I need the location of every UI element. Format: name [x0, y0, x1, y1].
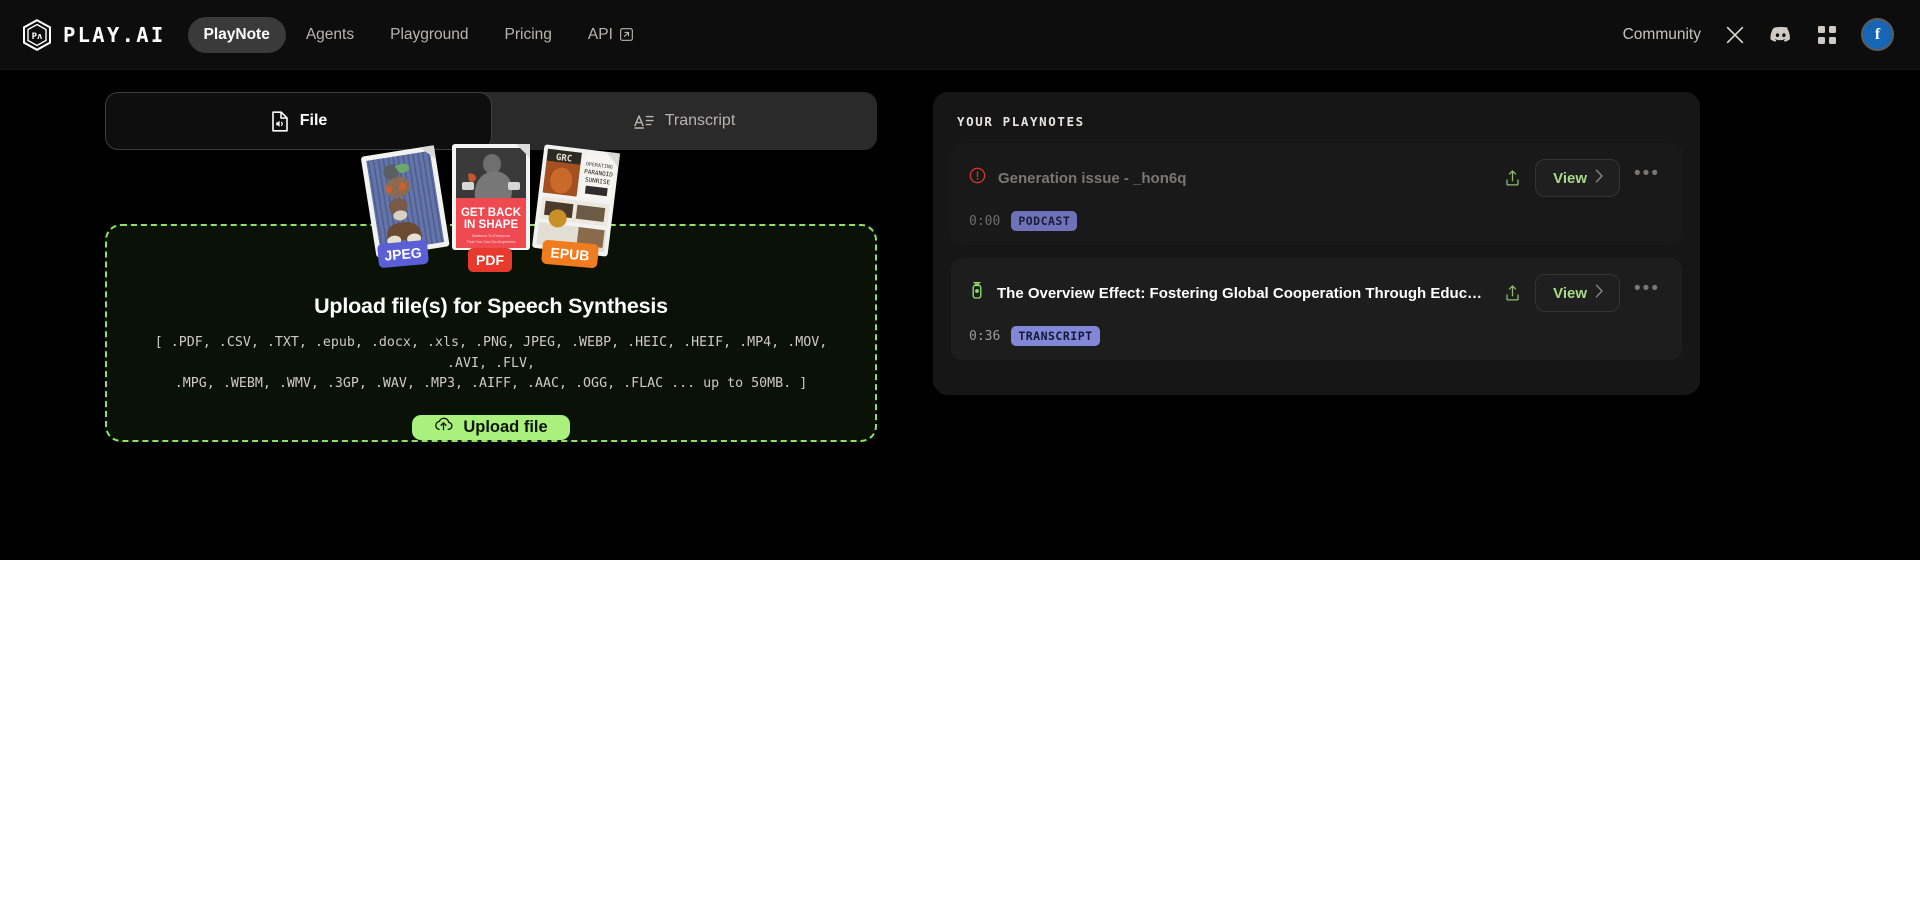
- playnote-duration: 0:36: [969, 328, 1001, 344]
- podcast-mic-icon: [969, 281, 985, 305]
- grid-dot: [1829, 25, 1836, 33]
- playnotes-panel: YOUR PLAYNOTES Generation issue - _hon6q: [933, 92, 1700, 395]
- playnote-row-top: Generation issue - _hon6q View •••: [969, 159, 1664, 197]
- header-right-group: Community f: [1623, 18, 1894, 51]
- share-upload-icon[interactable]: [1499, 280, 1525, 306]
- main-nav: PlayNote Agents Playground Pricing API: [187, 16, 649, 53]
- upload-column: File Transcript GET BACK IN SHAPE Workou…: [105, 92, 877, 442]
- playnote-row-top: The Overview Effect: Fostering Global Co…: [969, 274, 1664, 312]
- nav-item-label: Playground: [390, 25, 469, 43]
- nav-item-label: Agents: [305, 25, 355, 43]
- source-type-tabs: File Transcript: [105, 92, 877, 150]
- chevron-right-icon: [1595, 284, 1604, 302]
- play-ai-cube-logo: Pʌ: [22, 18, 52, 51]
- page-body: File Transcript GET BACK IN SHAPE Workou…: [0, 70, 1920, 442]
- nav-item-label: API: [587, 25, 613, 43]
- playnotes-column: YOUR PLAYNOTES Generation issue - _hon6q: [933, 92, 1872, 424]
- community-link[interactable]: Community: [1623, 26, 1701, 44]
- upload-file-button-label: Upload file: [463, 417, 548, 436]
- cloud-upload-icon: [434, 417, 453, 437]
- tab-file[interactable]: File: [105, 92, 492, 150]
- svg-text:OPERATING: OPERATING: [586, 161, 614, 170]
- grid-dot: [1829, 36, 1836, 44]
- share-upload-icon[interactable]: [1499, 165, 1525, 191]
- dropzone-wrapper: GET BACK IN SHAPE Workout To Everyone Th…: [105, 144, 877, 442]
- svg-text:GRC: GRC: [555, 153, 572, 165]
- top-navigation-bar: Pʌ PLAY.AI PlayNote Agents Playground Pr…: [0, 0, 1920, 70]
- chevron-right-icon: [1595, 169, 1604, 187]
- playnotes-panel-title: YOUR PLAYNOTES: [957, 114, 1085, 129]
- ellipsis-icon[interactable]: •••: [1630, 279, 1664, 302]
- playnote-row[interactable]: Generation issue - _hon6q View ••• 0:00 …: [951, 143, 1682, 245]
- playnote-duration: 0:00: [969, 213, 1001, 229]
- tab-transcript[interactable]: Transcript: [492, 92, 877, 150]
- avatar[interactable]: f: [1861, 18, 1894, 51]
- alert-circle-icon: [969, 167, 986, 189]
- x-twitter-icon[interactable]: [1723, 23, 1747, 47]
- ellipsis-icon[interactable]: •••: [1630, 164, 1664, 187]
- brand-name: PLAY.AI: [63, 22, 166, 47]
- nav-item-label: Pricing: [504, 25, 552, 43]
- supported-formats-text: [ .PDF, .CSV, .TXT, .epub, .docx, .xls, …: [154, 335, 828, 392]
- nav-item-api[interactable]: API: [572, 17, 649, 53]
- dropzone-title: Upload file(s) for Speech Synthesis: [314, 294, 668, 318]
- playnote-actions: View •••: [1499, 274, 1664, 312]
- svg-text:PARANOID: PARANOID: [584, 168, 614, 179]
- tab-label: Transcript: [664, 112, 736, 129]
- svg-text:Pʌ: Pʌ: [32, 32, 43, 42]
- playnote-row-bottom: 0:00 PODCAST: [969, 211, 1664, 231]
- app-root: Pʌ PLAY.AI PlayNote Agents Playground Pr…: [0, 0, 1920, 560]
- grid-apps-icon[interactable]: [1815, 23, 1839, 47]
- playnote-actions: View •••: [1499, 159, 1664, 197]
- status-badge: TRANSCRIPT: [1011, 326, 1100, 346]
- nav-item-pricing[interactable]: Pricing: [489, 17, 568, 53]
- file-dropzone[interactable]: Upload file(s) for Speech Synthesis [ .P…: [105, 224, 877, 442]
- svg-text:SUNRISE: SUNRISE: [584, 176, 610, 186]
- view-button[interactable]: View: [1535, 159, 1621, 197]
- nav-item-playnote[interactable]: PlayNote: [187, 16, 286, 53]
- playnote-row-bottom: 0:36 TRANSCRIPT: [969, 326, 1664, 346]
- view-button-label: View: [1553, 169, 1588, 187]
- brand-logo-group[interactable]: Pʌ PLAY.AI: [22, 18, 166, 51]
- grid-dot: [1818, 36, 1825, 44]
- playnote-row[interactable]: The Overview Effect: Fostering Global Co…: [951, 258, 1682, 360]
- file-audio-icon: [270, 110, 289, 132]
- external-link-icon: [619, 28, 633, 41]
- nav-item-agents[interactable]: Agents: [290, 17, 370, 53]
- playnote-title: The Overview Effect: Fostering Global Co…: [997, 284, 1488, 302]
- tab-label: File: [299, 112, 328, 129]
- status-badge: PODCAST: [1011, 211, 1078, 231]
- discord-icon[interactable]: [1769, 23, 1793, 47]
- view-button[interactable]: View: [1535, 274, 1621, 312]
- grid-dot: [1818, 25, 1825, 33]
- view-button-label: View: [1553, 284, 1588, 302]
- svg-text:GET BACK: GET BACK: [461, 207, 522, 219]
- text-lines-icon: [633, 113, 654, 129]
- nav-item-label: PlayNote: [203, 25, 270, 43]
- nav-item-playground[interactable]: Playground: [374, 17, 484, 53]
- upload-file-button[interactable]: Upload file: [412, 414, 570, 440]
- playnote-title: Generation issue - _hon6q: [998, 169, 1187, 187]
